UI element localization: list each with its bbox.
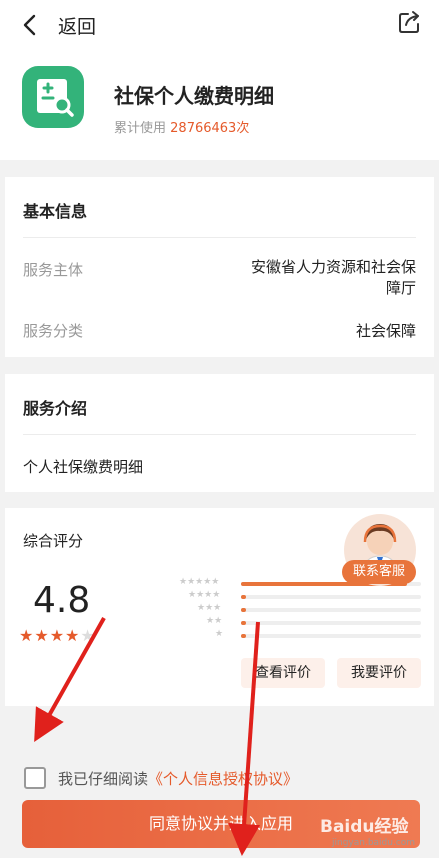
intro-text: 个人社保缴费明细 — [23, 458, 144, 476]
star-filled-icon: ★★★★ — [19, 626, 81, 645]
divider — [23, 237, 416, 238]
rating-stars: ★★★★★ — [19, 626, 96, 645]
divider — [23, 434, 416, 435]
intro-card: 服务介绍 个人社保缴费明细 — [5, 374, 434, 492]
category-label: 服务分类 — [23, 322, 84, 340]
usage-number: 28766463次 — [170, 121, 250, 136]
bar-fill-3 — [241, 608, 247, 612]
subject-label: 服务主体 — [23, 261, 84, 279]
rating-bar-2: ★★ — [179, 616, 421, 628]
agreement-text: 我已仔细阅读《个人信息授权协议》 — [58, 768, 298, 789]
watermark-url: jingyan.baidu.com — [332, 838, 416, 848]
service-title: 社保个人缴费明细 — [114, 84, 274, 108]
rating-bar-4: ★★★★ — [179, 590, 421, 602]
app-header: 返回 社保个人缴费明细 累计使用 28766463次 — [0, 0, 439, 160]
document-search-icon — [37, 79, 74, 117]
usage-count: 累计使用 28766463次 — [114, 117, 249, 136]
back-button[interactable]: 返回 — [58, 12, 96, 39]
write-review-button[interactable]: 我要评价 — [337, 658, 421, 688]
rating-bar-1: ★ — [179, 629, 421, 641]
rating-title: 综合评分 — [23, 532, 84, 550]
contact-service-button[interactable]: 联系客服 — [342, 560, 416, 584]
bar-fill-4 — [241, 595, 247, 599]
share-icon[interactable] — [396, 10, 422, 36]
app-icon — [22, 66, 84, 128]
four-stars-icon: ★★★★ — [188, 590, 221, 600]
subject-value: 安徽省人力资源和社会保障厅 — [250, 258, 416, 297]
star-empty-icon: ★ — [80, 626, 96, 645]
rating-bar-3: ★★★ — [179, 603, 421, 615]
three-stars-icon: ★★★ — [197, 603, 222, 613]
one-star-icon: ★ — [215, 629, 224, 639]
bar-fill-1 — [241, 634, 247, 638]
watermark-brand: Baidu经验 — [320, 817, 409, 837]
privacy-agreement-link[interactable]: 《个人信息授权协议》 — [148, 770, 298, 788]
bar-fill-2 — [241, 621, 247, 625]
back-chevron-icon[interactable] — [18, 12, 44, 38]
view-reviews-button[interactable]: 查看评价 — [241, 658, 325, 688]
category-value: 社会保障 — [355, 322, 416, 340]
intro-title: 服务介绍 — [23, 399, 88, 418]
basic-info-title: 基本信息 — [23, 202, 88, 221]
agreement-prefix: 我已仔细阅读 — [58, 770, 149, 788]
agreement-checkbox[interactable] — [24, 767, 46, 789]
usage-prefix: 累计使用 — [114, 121, 167, 136]
two-stars-icon: ★★ — [206, 616, 223, 626]
rating-score: 4.8 — [33, 580, 91, 621]
basic-info-card: 基本信息 服务主体 安徽省人力资源和社会保障厅 服务分类 社会保障 — [5, 177, 434, 357]
five-stars-icon: ★★★★★ — [179, 577, 220, 587]
